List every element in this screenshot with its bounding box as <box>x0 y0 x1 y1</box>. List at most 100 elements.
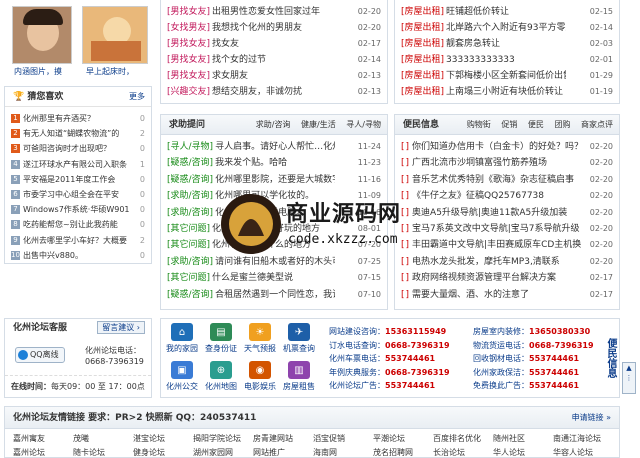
avatar-caption-2[interactable]: 早上起床时， <box>86 66 134 77</box>
news-item[interactable]: [] 《牛仔之友》征稿QQ25767738 02-20 <box>401 188 619 204</box>
hot-item[interactable]: 2 有无人知道“蝴蝶农物流”的 2 <box>11 126 147 141</box>
hot-item[interactable]: 9 化州去哪里学小车好？大概要 2 <box>11 233 147 248</box>
news-title[interactable]: 电热水龙头批发，摩托车MP3,清联系 <box>412 254 582 270</box>
item-tag[interactable]: [求助/咨询] <box>167 257 213 267</box>
news-title[interactable]: 广西北流市沙垌镇富强竹筋养殖场 <box>412 155 582 171</box>
item-tag[interactable]: [房屋出租] <box>401 71 444 81</box>
friend-link[interactable]: 随卡论坛 <box>73 447 105 458</box>
friend-link[interactable]: 湛宝论坛 <box>133 433 165 444</box>
news-item[interactable]: [] 电热水龙头批发，摩托车MP3,清联系 02-20 <box>401 254 619 270</box>
hot-text[interactable]: Windows7作系统·华硕W901 <box>23 202 135 217</box>
news-title[interactable]: 奥迪A5升级导航|奥迪11款A5升级加装 <box>412 205 582 221</box>
item-title[interactable]: 旺铺超低价转让 <box>446 4 566 20</box>
hot-text[interactable]: 吃药能帮您~别让此我药能 <box>23 217 135 232</box>
hot-item[interactable]: 6 市委学习中心组全会在平安 0 <box>11 187 147 202</box>
list-item[interactable]: [兴趣交友] 想结交朋友，非诚勿扰 02-13 <box>167 84 387 100</box>
friend-link[interactable]: 百度排名优化 <box>433 433 481 444</box>
item-title[interactable]: 寻人启事。请好心人帮忙…化州 <box>215 139 335 155</box>
list-item[interactable]: [房屋出租] 旺铺超低价转让 02-15 <box>401 4 619 20</box>
friend-link[interactable]: 海南网 <box>313 447 337 458</box>
avatar-thumb-2[interactable] <box>82 6 148 64</box>
list-item[interactable]: [房屋出租] 333333333333 02-01 <box>401 52 619 68</box>
list-item[interactable]: [疑惑/咨询]化州哪里影院，还要是大城数字影 11-16 <box>167 172 387 188</box>
hot-text[interactable]: 化州那里有卉酒买？ <box>23 111 135 126</box>
item-tag[interactable]: [房屋出租] <box>401 55 444 65</box>
news-item[interactable]: [] 音乐艺术优秀特别《歌海》杂志征稿启事 02-20 <box>401 172 619 188</box>
hot-text[interactable]: 出售中兴v880。 <box>23 248 135 263</box>
avatar-caption-1[interactable]: 内涵图片，摸 <box>14 66 62 77</box>
news-item[interactable]: [] 需要大量烟、酒、水的注意了 02-17 <box>401 287 619 303</box>
item-title[interactable]: 找女友 <box>212 36 330 52</box>
news-title[interactable]: 需要大量烟、酒、水的注意了 <box>412 287 582 303</box>
item-title[interactable]: 合租居然遇到一个同性恋，我该怎 <box>215 287 335 303</box>
item-tag[interactable]: [男找女友] <box>167 55 210 65</box>
item-title[interactable]: 出租男性恋爱女性回家过年 <box>212 4 330 20</box>
hot-text[interactable]: 有无人知道“蝴蝶农物流”的 <box>23 126 135 141</box>
hot-item[interactable]: 7 Windows7作系统·华硕W901 0 <box>11 202 147 217</box>
qa-tab-1[interactable]: 求助/咨询 <box>256 120 291 129</box>
icon-link[interactable]: ⌂ 我的家园 <box>163 323 201 354</box>
side-tab[interactable]: 便民信息 <box>601 323 617 393</box>
item-title[interactable]: 找个女的过节 <box>212 52 330 68</box>
item-tag[interactable]: [女找男友] <box>167 23 210 33</box>
icon-link[interactable]: ⊕ 化州地图 <box>202 361 240 392</box>
item-title[interactable]: 我想找个化州的男朋友 <box>212 20 330 36</box>
news-item[interactable]: [] 广西北流市沙垌镇富强竹筋养殖场 02-20 <box>401 155 619 171</box>
icon-link[interactable]: ▥ 房屋租售 <box>280 361 318 392</box>
friend-link[interactable]: 南通江海论坛 <box>553 433 601 444</box>
news-title[interactable]: 宝马7系英文改中文导航|宝马7系导航升级 <box>412 221 582 237</box>
icon-link[interactable]: ▤ 查身份证 <box>202 323 240 354</box>
list-item[interactable]: [其它问题] 什么是蜜兰德美型说 07-15 <box>167 270 387 286</box>
qa-tab-2[interactable]: 健康/生活 <box>301 120 336 129</box>
hot-text[interactable]: 平安福是2011年度工作会 <box>23 172 135 187</box>
item-tag[interactable]: [房屋出租] <box>401 87 444 97</box>
item-tag[interactable]: [疑惑/咨询] <box>167 158 213 168</box>
friend-link[interactable]: 茂名招聘网 <box>373 447 413 458</box>
item-tag[interactable]: [男找女友] <box>167 71 210 81</box>
icon-link[interactable]: ✈ 机票查询 <box>280 323 318 354</box>
hot-item[interactable]: 1 化州那里有卉酒买？ 0 <box>11 111 147 126</box>
item-tag[interactable]: [其它问题] <box>167 273 210 283</box>
item-title[interactable]: 靓套房急转让 <box>446 36 566 52</box>
item-tag[interactable]: [男找女友] <box>167 7 210 17</box>
friend-link[interactable]: 健身论坛 <box>133 447 165 458</box>
avatar-thumb-1[interactable] <box>12 6 72 64</box>
news-tab-2[interactable]: 促销 <box>501 120 517 129</box>
scroll-top-button[interactable]: ▲ ⋮ <box>622 362 636 394</box>
hot-text[interactable]: 市委学习中心组全会在平安 <box>23 187 135 202</box>
news-item[interactable]: [] 丰田霸道中文导航|丰田赛威原车CD主机换 02-20 <box>401 237 619 253</box>
news-tab-3[interactable]: 便民 <box>528 120 544 129</box>
item-tag[interactable]: [其它问题] <box>167 224 210 234</box>
news-tab-1[interactable]: 购物街 <box>467 120 491 129</box>
item-tag[interactable]: [房屋出租] <box>401 7 444 17</box>
item-title[interactable]: 化州哪里影院，还要是大城数字影 <box>215 172 335 188</box>
item-tag[interactable]: [求助/咨询] <box>167 191 213 201</box>
friend-link[interactable]: 茂曦 <box>73 433 89 444</box>
news-title[interactable]: 《牛仔之友》征稿QQ25767738 <box>412 188 582 204</box>
list-item[interactable]: [男找女友] 求女朋友 02-13 <box>167 68 387 84</box>
list-item[interactable]: [男找女友] 找个女的过节 02-14 <box>167 52 387 68</box>
friend-link[interactable]: 平潮论坛 <box>373 433 405 444</box>
list-item[interactable]: [房屋出租] 下郭梅楼小区全新套间低价出售 01-29 <box>401 68 619 84</box>
news-title[interactable]: 音乐艺术优秀特别《歌海》杂志征稿启事 <box>412 172 582 188</box>
news-title[interactable]: 政府网络视频资源管理平台解决方案 <box>412 270 582 286</box>
item-tag[interactable]: [疑惑/咨询] <box>167 290 213 300</box>
list-item[interactable]: [疑惑/咨询]合租居然遇到一个同性恋，我该怎 07-10 <box>167 287 387 303</box>
news-item[interactable]: [] 你们知道办信用卡（白金卡）的好处？吗？ 02-20 <box>401 139 619 155</box>
item-tag[interactable]: [房屋出租] <box>401 23 444 33</box>
item-tag[interactable]: [寻人/寻物] <box>167 142 213 152</box>
apply-link[interactable]: 申请链接 » <box>572 407 611 429</box>
hot-item[interactable]: 4 遂江环球水产有限公司入职条 1 <box>11 157 147 172</box>
item-title[interactable]: 我来发个贴。哈哈 <box>215 155 335 171</box>
qq-button[interactable]: QQ离线 <box>15 347 65 363</box>
item-title[interactable]: 333333333333 <box>446 52 566 68</box>
list-item[interactable]: [寻人/寻物] 寻人启事。请好心人帮忙…化州 11-24 <box>167 139 387 155</box>
item-title[interactable]: 下郭梅楼小区全新套间低价出售 <box>446 68 566 84</box>
item-tag[interactable]: [求助/咨询] <box>167 208 213 218</box>
news-title[interactable]: 你们知道办信用卡（白金卡）的好处？吗？ <box>412 139 582 155</box>
news-title[interactable]: 丰田霸道中文导航|丰田赛威原车CD主机换 <box>412 237 582 253</box>
list-item[interactable]: [女找男友] 我想找个化州的男朋友 02-20 <box>167 20 387 36</box>
hot-text[interactable]: 可爸阳咨询时才出现吧？ <box>23 141 135 156</box>
icon-link[interactable]: ☀ 天气预报 <box>241 323 279 354</box>
item-tag[interactable]: [其它问题] <box>167 240 210 250</box>
